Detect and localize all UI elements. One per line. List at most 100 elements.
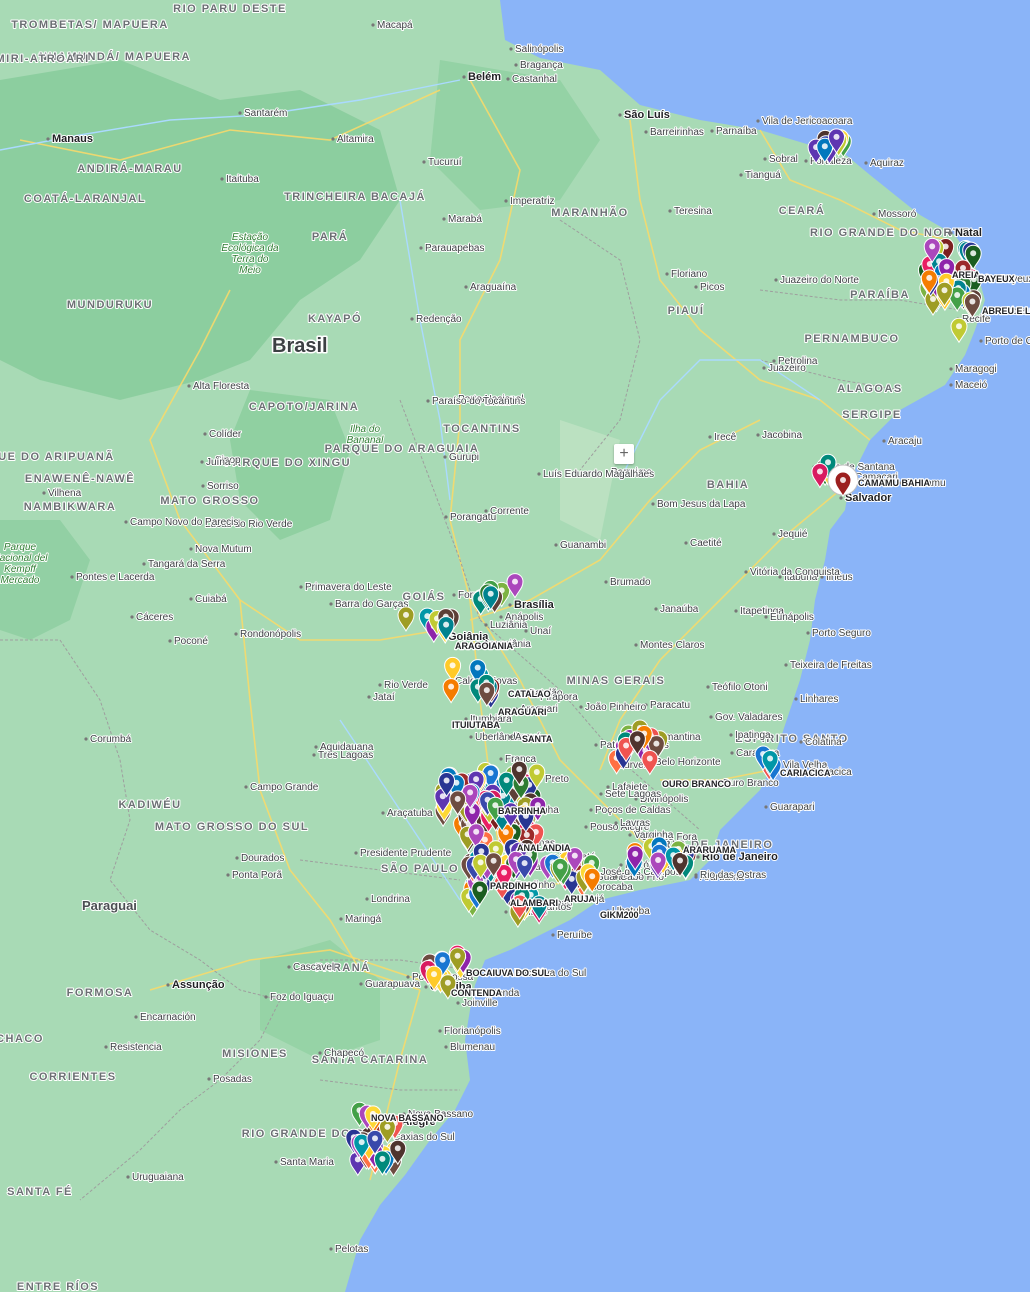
region-label-enawen-naw: ENAWENÊ-NAWÊ [25, 472, 135, 485]
city-label-primavera-do-leste-dot [299, 585, 303, 589]
city-label-tangara-da-serra: Tangará da Serra [148, 559, 226, 570]
city-label-barreirinhas-dot [644, 130, 648, 134]
city-label-colatina: Colatina [805, 737, 842, 748]
city-label-cascavel: Cascavel [293, 962, 334, 973]
city-label-pontes-e-lacerda-dot [70, 575, 74, 579]
region-label-piau: PIAUÍ [668, 304, 705, 317]
zoom-in-button[interactable]: + [614, 444, 634, 464]
city-label-luziania-dot [484, 623, 488, 627]
city-label-corumba-dot [84, 737, 88, 741]
marker-label-catalao: CATALAO [508, 689, 551, 699]
city-label-eunapolis: Eunápolis [770, 612, 814, 623]
city-label-guarapari-dot [764, 805, 768, 809]
city-label-santa-maria: Santa Maria [280, 1157, 334, 1168]
city-label-parnaiba: Parnaíba [716, 126, 757, 137]
city-label-pocone-dot [168, 639, 172, 643]
city-label-joinville-dot [456, 1001, 460, 1005]
region-label-sergipe: SERGIPE [842, 409, 901, 421]
city-label-araguaina: Araguaína [470, 282, 517, 293]
city-label-presidente-prudente-dot [354, 851, 358, 855]
city-label-peruibe-dot [551, 933, 555, 937]
city-label-maraba-dot [442, 217, 446, 221]
city-label-maceio-dot [949, 383, 953, 387]
region-label-capoto-jarina: CAPOTO/JARINA [249, 401, 359, 413]
city-label-gurupi-dot [443, 455, 447, 459]
marker-label-nova-bassano: NOVA BASSANO [371, 1113, 444, 1123]
city-label-luis-eduardo-magalhaes: Luís Eduardo Magalhães [543, 469, 654, 480]
city-label-pocos-de-caldas-dot [589, 808, 593, 812]
city-label-posadas-dot [207, 1077, 211, 1081]
marker-label-contenda: CONTENDA [451, 988, 502, 998]
city-label-araxa-dot [509, 735, 513, 739]
city-label-cuiaba: Cuiabá [195, 594, 227, 605]
region-label-mato-grosso: MATO GROSSO [160, 495, 259, 507]
city-label-chapeco-dot [318, 1051, 322, 1055]
city-label-vitoria-da-conquista: Vitória da Conquista [750, 567, 840, 578]
city-label-mossoro-dot [872, 212, 876, 216]
city-label-juazeiro-dot [762, 366, 766, 370]
city-label-rio-verde: Rio Verde [384, 680, 428, 691]
city-label-nova-mutum: Nova Mutum [195, 544, 252, 555]
city-label-gov-valadares-dot [709, 715, 713, 719]
city-label-corrente-dot [484, 509, 488, 513]
city-label-franca-dot [499, 757, 503, 761]
city-label-tiangua-dot [739, 173, 743, 177]
city-label-brasilia-dot [508, 603, 512, 607]
region-label-misiones: MISIONES [222, 1048, 288, 1060]
city-label-pocone: Poconé [174, 636, 208, 647]
city-label-vila-de-jericoacoara: Vila de Jericoacoara [762, 116, 853, 127]
city-label-rio-das-ostras-dot [694, 873, 698, 877]
city-label-florianopolis: Florianópolis [444, 1026, 501, 1037]
city-label-sao-luis: São Luís [624, 109, 670, 121]
city-label-sorriso-dot [201, 484, 205, 488]
city-label-salinopolis-dot [509, 47, 513, 51]
map-canvas[interactable]: Brasil Paraguai RIO PARU DESTE TROMBETAS/ M… [0, 0, 1030, 1292]
city-label-aquiraz: Aquiraz [870, 158, 904, 169]
city-label-uruguaiana: Uruguaiana [132, 1172, 184, 1183]
selected-marker[interactable] [827, 464, 859, 497]
city-label-tucurui-dot [422, 160, 426, 164]
city-label-campo-novo-do-parecis-dot [124, 520, 128, 524]
marker-label-barrinha: BARRINHA [498, 806, 546, 816]
region-label-rio-paru-deste: RIO PARU DESTE [173, 3, 287, 15]
city-label-vilhena-dot [42, 491, 46, 495]
city-label-parauapebas: Parauapebas [425, 243, 485, 254]
city-label-formosa-dot [452, 593, 456, 597]
city-label-imperatriz-dot [504, 199, 508, 203]
map-base[interactable]: Brasil Paraguai RIO PARU DESTE TROMBETAS/ M… [0, 0, 1030, 1292]
city-label-irece: Irecê [714, 432, 737, 443]
city-label-campo-grande-dot [244, 785, 248, 789]
region-label-parque-do-xingu: PARQUE DO XINGU [225, 457, 351, 469]
city-label-joao-pinheiro: João Pinheiro [585, 702, 647, 713]
city-label-linhares-dot [794, 697, 798, 701]
city-label-dourados: Dourados [241, 853, 284, 864]
region-label-alagoas: ALAGOAS [837, 383, 903, 395]
city-label-campo-grande: Campo Grande [250, 782, 319, 793]
city-label-curitiba-dot [424, 985, 428, 989]
city-label-luziania: Luziânia [490, 620, 528, 631]
city-label-foz-do-iguacu-dot [264, 995, 268, 999]
city-label-belem-dot [462, 75, 466, 79]
city-label-uruguaiana-dot [126, 1175, 130, 1179]
marker-label-areia: AREIA [952, 270, 981, 280]
city-label-aracaju: Aracaju [888, 436, 922, 447]
city-label-presidente-prudente: Presidente Prudente [360, 848, 452, 859]
city-label-lavras: Lavras [620, 818, 650, 829]
city-label-encarnacion: Encarnación [140, 1012, 196, 1023]
region-label-para-ba: PARAÍBA [850, 288, 910, 301]
city-label-paracatu: Paracatu [650, 700, 690, 711]
city-label-aracatuba-dot [381, 811, 385, 815]
city-label-montes-claros: Montes Claros [640, 640, 704, 651]
city-label-corumba: Corumbá [90, 734, 132, 745]
region-label-s-o-paulo: SÃO PAULO [381, 862, 459, 875]
marker-label-bocaiuva-do-sul: BOCAIUVA DO SUL [466, 968, 550, 978]
city-label-imperatriz: Imperatriz [510, 196, 554, 207]
city-label-santarem: Santarém [244, 108, 287, 119]
marker-label-aragoiania: ARAGOIANIA [455, 641, 513, 651]
city-label-juazeiro: Juazeiro [768, 363, 806, 374]
region-label-corrientes: CORRIENTES [29, 1071, 116, 1083]
region-label-bahia: BAHIA [707, 479, 749, 491]
city-label-maceio: Maceió [955, 380, 988, 391]
city-label-joinville: Joinville [462, 998, 498, 1009]
city-label-assuncao-dot [166, 983, 170, 987]
